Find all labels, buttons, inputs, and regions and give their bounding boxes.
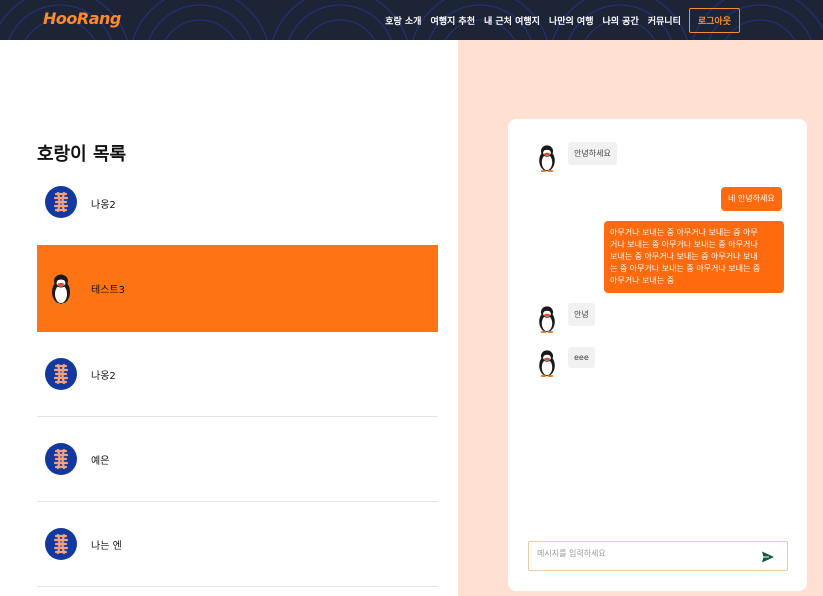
list-item[interactable]: 나는 엔 (37, 502, 438, 587)
tiger-face-icon (53, 191, 69, 213)
chat-message-incoming: 안녕하세요 (534, 142, 617, 174)
list-item-name: 나옹2 (91, 370, 116, 382)
main-nav: 호랑 소개 여행지 추천 내 근처 여행지 나만의 여행 나의 공간 커뮤니티 … (385, 0, 823, 40)
message-line: 는 중 아무거나 보내는 중 아무거나 보내는 중 (610, 264, 761, 273)
message-line: 아무거나 보내는 중 아무거나 보내는 중 아무 (610, 228, 758, 237)
tiger-face-icon (53, 533, 69, 555)
penguin-avatar-icon (539, 306, 555, 334)
nav-item-about[interactable]: 호랑 소개 (385, 14, 421, 27)
message-bubble: 안녕 (568, 303, 595, 326)
chat-message-incoming: eee (534, 347, 595, 379)
message-bubble: eee (568, 347, 595, 368)
send-icon[interactable] (761, 550, 775, 564)
list-item-name: 테스트3 (91, 285, 125, 296)
penguin-icon (45, 273, 77, 305)
list-item[interactable]: 나옹2 (37, 332, 438, 417)
tiger-face-icon (53, 363, 69, 385)
message-bubble: 안녕하세요 (568, 142, 617, 165)
chat-message-incoming: 안녕 (534, 303, 595, 335)
message-bubble-outgoing: 아무거나 보내는 중 아무거나 보내는 중 아무 거나 보내는 중 아무거나 보… (604, 221, 784, 293)
nav-item-recommend[interactable]: 여행지 추천 (430, 14, 475, 27)
tiger-icon (45, 186, 77, 218)
chat-input-container (528, 541, 788, 571)
tiger-list-panel: 호랑이 목록 나옹2 테스트3 나옹2 예은 나는 엔 (0, 40, 458, 596)
list-item-selected[interactable]: 테스트3 (37, 245, 438, 332)
tiger-icon (45, 528, 77, 560)
nav-item-my-space[interactable]: 나의 공간 (602, 14, 638, 27)
list-item[interactable]: 예은 (37, 417, 438, 502)
message-line: 아무거나 보내는 중 (610, 276, 674, 285)
penguin-avatar-icon (539, 350, 555, 378)
list-item[interactable]: 나옹2 (37, 160, 438, 245)
list-item-name: 예은 (91, 455, 110, 467)
message-line: 거나 보내는 중 아무거나 보내는 중 아무거나 (610, 240, 758, 249)
tiger-list: 나옹2 테스트3 나옹2 예은 나는 엔 (37, 160, 438, 587)
nav-item-nearby[interactable]: 내 근처 여행지 (484, 14, 540, 27)
message-line: 보내는 중 아무거나 보내는 중 아무거나 보내 (610, 252, 758, 261)
nav-item-community[interactable]: 커뮤니티 (648, 14, 681, 27)
top-header: HooRang 호랑 소개 여행지 추천 내 근처 여행지 나만의 여행 나의 … (0, 0, 823, 40)
list-item-name: 나는 엔 (91, 540, 122, 552)
message-bubble-outgoing: 네 안녕하세요 (721, 187, 782, 211)
tiger-icon (45, 443, 77, 475)
tiger-icon (45, 358, 77, 390)
message-input[interactable] (537, 549, 747, 558)
tiger-face-icon (53, 448, 69, 470)
penguin-figure-icon (52, 274, 70, 305)
logout-button[interactable]: 로그아웃 (688, 7, 740, 33)
logo[interactable]: HooRang (43, 9, 121, 28)
list-item-name: 나옹2 (91, 200, 116, 211)
penguin-avatar-icon (539, 145, 555, 173)
nav-item-my-trip[interactable]: 나만의 여행 (549, 14, 594, 27)
